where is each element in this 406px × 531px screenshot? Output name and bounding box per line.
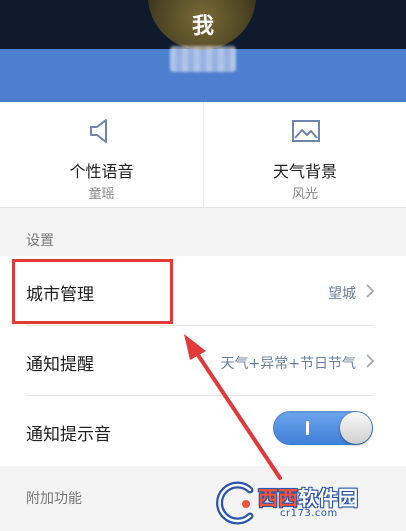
notification-sound-label: 通知提示音 (26, 425, 111, 445)
toggle-knob[interactable] (340, 412, 372, 444)
settings-section-label: 设置 (26, 233, 54, 249)
profile-header: 我 (0, 0, 406, 102)
extras-section-label: 附加功能 (26, 491, 82, 507)
feature-voice[interactable]: 个性语音 童瑶 (0, 102, 203, 208)
feature-weather-background[interactable]: 天气背景 风光 (203, 102, 406, 208)
notification-sound-toggle[interactable] (273, 411, 373, 445)
username-blurred (170, 46, 236, 72)
chevron-right-icon (366, 284, 375, 298)
chevron-right-icon (366, 354, 375, 368)
toggle-on-indicator (306, 421, 309, 435)
notification-reminder-value: 天气+异常+节日节气 (220, 356, 356, 372)
watermark-brand: 西西软件园 (258, 486, 358, 510)
city-management-value: 望城 (328, 286, 356, 302)
landscape-image-icon (292, 120, 320, 142)
feature-grid: 个性语音 童瑶 天气背景 风光 (0, 102, 406, 208)
notification-reminder-label: 通知提醒 (26, 355, 94, 375)
city-management-highlight-box (12, 259, 173, 324)
feature-weather-title: 天气背景 (272, 162, 337, 181)
page-title: 我 (191, 14, 214, 39)
watermark: 西西软件园 cr173.com (210, 480, 400, 526)
notification-sound-row: 通知提示音 (0, 396, 406, 466)
speaker-icon (90, 119, 107, 143)
notification-reminder-row[interactable]: 通知提醒 天气+异常+节日节气 (0, 326, 406, 396)
watermark-url: cr173.com (280, 508, 338, 519)
watermark-logo-icon (216, 481, 254, 525)
feature-voice-subtitle: 童瑶 (88, 187, 115, 202)
feature-voice-title: 个性语音 (69, 162, 134, 181)
feature-weather-subtitle: 风光 (291, 187, 318, 202)
